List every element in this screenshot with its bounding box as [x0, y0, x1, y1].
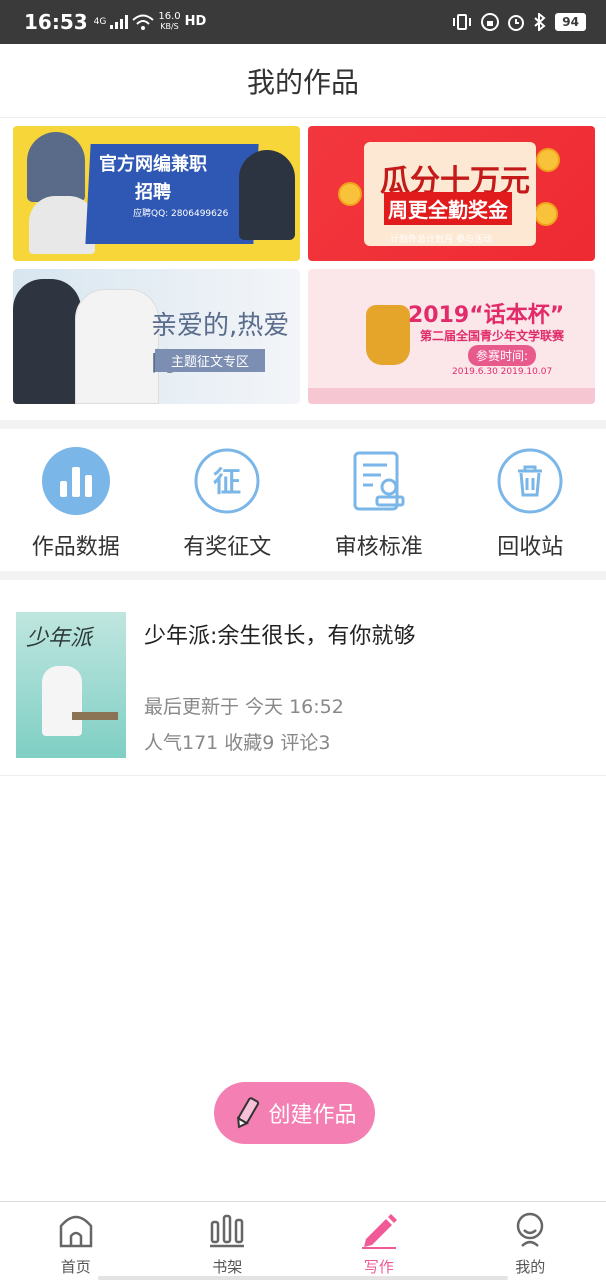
page-title: 我的作品: [246, 65, 359, 99]
network-label: 4G: [93, 17, 107, 27]
photo-actress: [75, 289, 159, 404]
work-cover[interactable]: 少年派: [16, 612, 126, 758]
battery-level: 94: [555, 13, 586, 31]
gesture-bar: [98, 1276, 508, 1280]
shortcut-work-data[interactable]: 作品数据: [0, 437, 152, 571]
pencil-icon: [237, 1097, 260, 1129]
profile-icon: [517, 1212, 544, 1247]
tab-write[interactable]: 写作: [303, 1202, 455, 1280]
banner-recruitment[interactable]: 官方网编兼职 招聘 应聘QQ: 2806499626: [13, 126, 300, 261]
coin-icon: [534, 202, 558, 226]
create-work-button[interactable]: 创建作品: [214, 1082, 375, 1144]
speed-unit: KB/S: [160, 22, 179, 31]
shortcut-review-standards[interactable]: 审核标准: [303, 437, 455, 571]
create-work-label: 创建作品: [268, 1103, 357, 1128]
trash-icon: [497, 448, 563, 514]
speed-value: 16.0: [158, 11, 181, 22]
tab-bookshelf[interactable]: 书架: [152, 1202, 304, 1280]
home-icon: [59, 1215, 92, 1248]
banner-bonus[interactable]: 瓜分十万元 周更全勤奖金 计划外总计划月 参与活动: [308, 126, 595, 261]
section-divider: [0, 420, 606, 429]
document-review-icon: [353, 451, 405, 511]
banner-literature-league[interactable]: 2019“话本杯” 第二届全国青少年文学联赛 参赛时间: 2019.6.30 2…: [308, 269, 595, 404]
status-time: 16:53: [24, 10, 88, 34]
svg-text:征: 征: [213, 465, 241, 498]
alarm-icon: [508, 15, 525, 31]
work-title[interactable]: 少年派:余生很长，有你就够: [144, 618, 415, 650]
photo-actor: [13, 279, 81, 404]
shortcut-recycle-bin[interactable]: 回收站: [455, 437, 606, 571]
lock-rotation-icon: [481, 13, 500, 31]
tab-home[interactable]: 首页: [0, 1202, 152, 1280]
work-list-item[interactable]: 少年派 少年派:余生很长，有你就够 最后更新于 今天 16:52 人气171 收…: [0, 580, 606, 776]
work-updated-time: 最后更新于 今天 16:52: [144, 696, 344, 718]
header: 我的作品: [0, 44, 606, 118]
illustration-person: [239, 150, 295, 240]
coin-icon: [536, 148, 560, 172]
shortcut-essay-contest[interactable]: 征 有奖征文: [152, 437, 304, 571]
write-pen-icon: [361, 1214, 397, 1249]
banner-grid: 官方网编兼职 招聘 应聘QQ: 2806499626 瓜分十万元 周更全勤奖金 …: [13, 126, 595, 404]
illustration-person: [29, 196, 95, 254]
status-bar: 16:53 4G 16.0 KB/S HD 94: [0, 0, 606, 44]
shortcut-row: 作品数据 征 有奖征文 审核标准 回收站: [0, 437, 606, 571]
section-divider: [0, 571, 606, 580]
bluetooth-icon: [534, 13, 546, 31]
vibrate-icon: [453, 14, 472, 30]
bar-chart-icon: [41, 447, 110, 515]
bottom-tab-bar: 首页 书架 写作 我的: [0, 1201, 606, 1280]
banner-essay-contest[interactable]: 亲爱的,热爱的 主题征文专区: [13, 269, 300, 404]
hd-label: HD: [184, 14, 207, 29]
trophy-icon: [366, 305, 410, 365]
illustration-person: [27, 132, 85, 202]
signal-icon: [110, 15, 129, 29]
bookshelf-icon: [210, 1214, 245, 1248]
coin-icon: [338, 182, 362, 206]
work-stats: 人气171 收藏9 评论3: [144, 732, 331, 754]
zheng-stamp-icon: 征: [194, 448, 260, 514]
cover-title: 少年派: [26, 626, 93, 651]
wifi-icon: [132, 14, 155, 30]
tab-profile[interactable]: 我的: [455, 1202, 606, 1280]
